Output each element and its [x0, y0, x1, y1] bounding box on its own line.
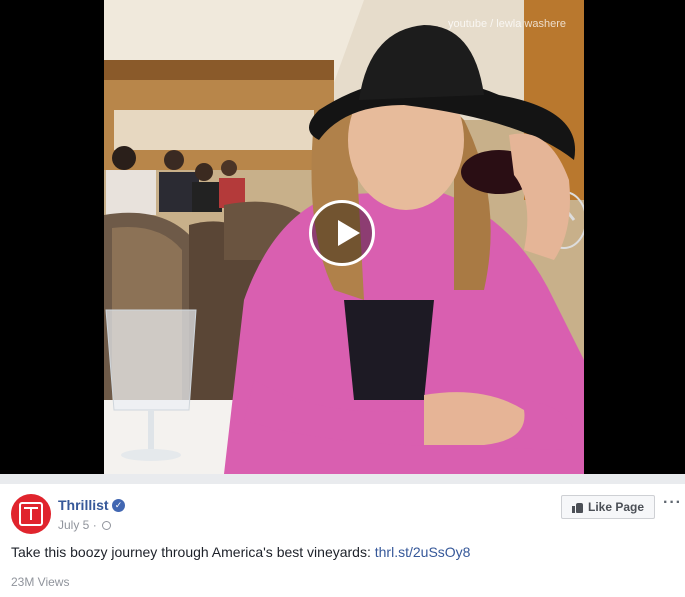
like-page-label: Like Page	[587, 500, 645, 514]
caption-text: Take this boozy journey through America'…	[11, 544, 375, 560]
caption-link[interactable]: thrl.st/2uSsOy8	[375, 544, 471, 560]
ellipsis-icon[interactable]: ···	[663, 494, 682, 512]
globe-icon[interactable]	[102, 521, 112, 530]
thumbs-up-icon	[571, 502, 583, 513]
video-player[interactable]: youtube / lewla washere	[0, 0, 685, 474]
view-count: 23M Views	[11, 575, 70, 589]
post-meta: July 5 ·	[58, 518, 112, 532]
verified-check-icon: ✓	[112, 499, 125, 512]
meta-separator: ·	[92, 518, 97, 532]
page-avatar[interactable]	[11, 494, 51, 534]
video-watermark: youtube / lewla washere	[447, 18, 566, 30]
section-divider	[0, 474, 685, 484]
play-button[interactable]	[309, 200, 375, 266]
thrillist-logo-icon	[19, 502, 43, 526]
post-date-link[interactable]: July 5	[58, 518, 89, 532]
like-page-button[interactable]: Like Page	[561, 495, 655, 519]
post-caption: Take this boozy journey through America'…	[11, 544, 470, 560]
page-name-link[interactable]: Thrillist	[58, 497, 109, 513]
